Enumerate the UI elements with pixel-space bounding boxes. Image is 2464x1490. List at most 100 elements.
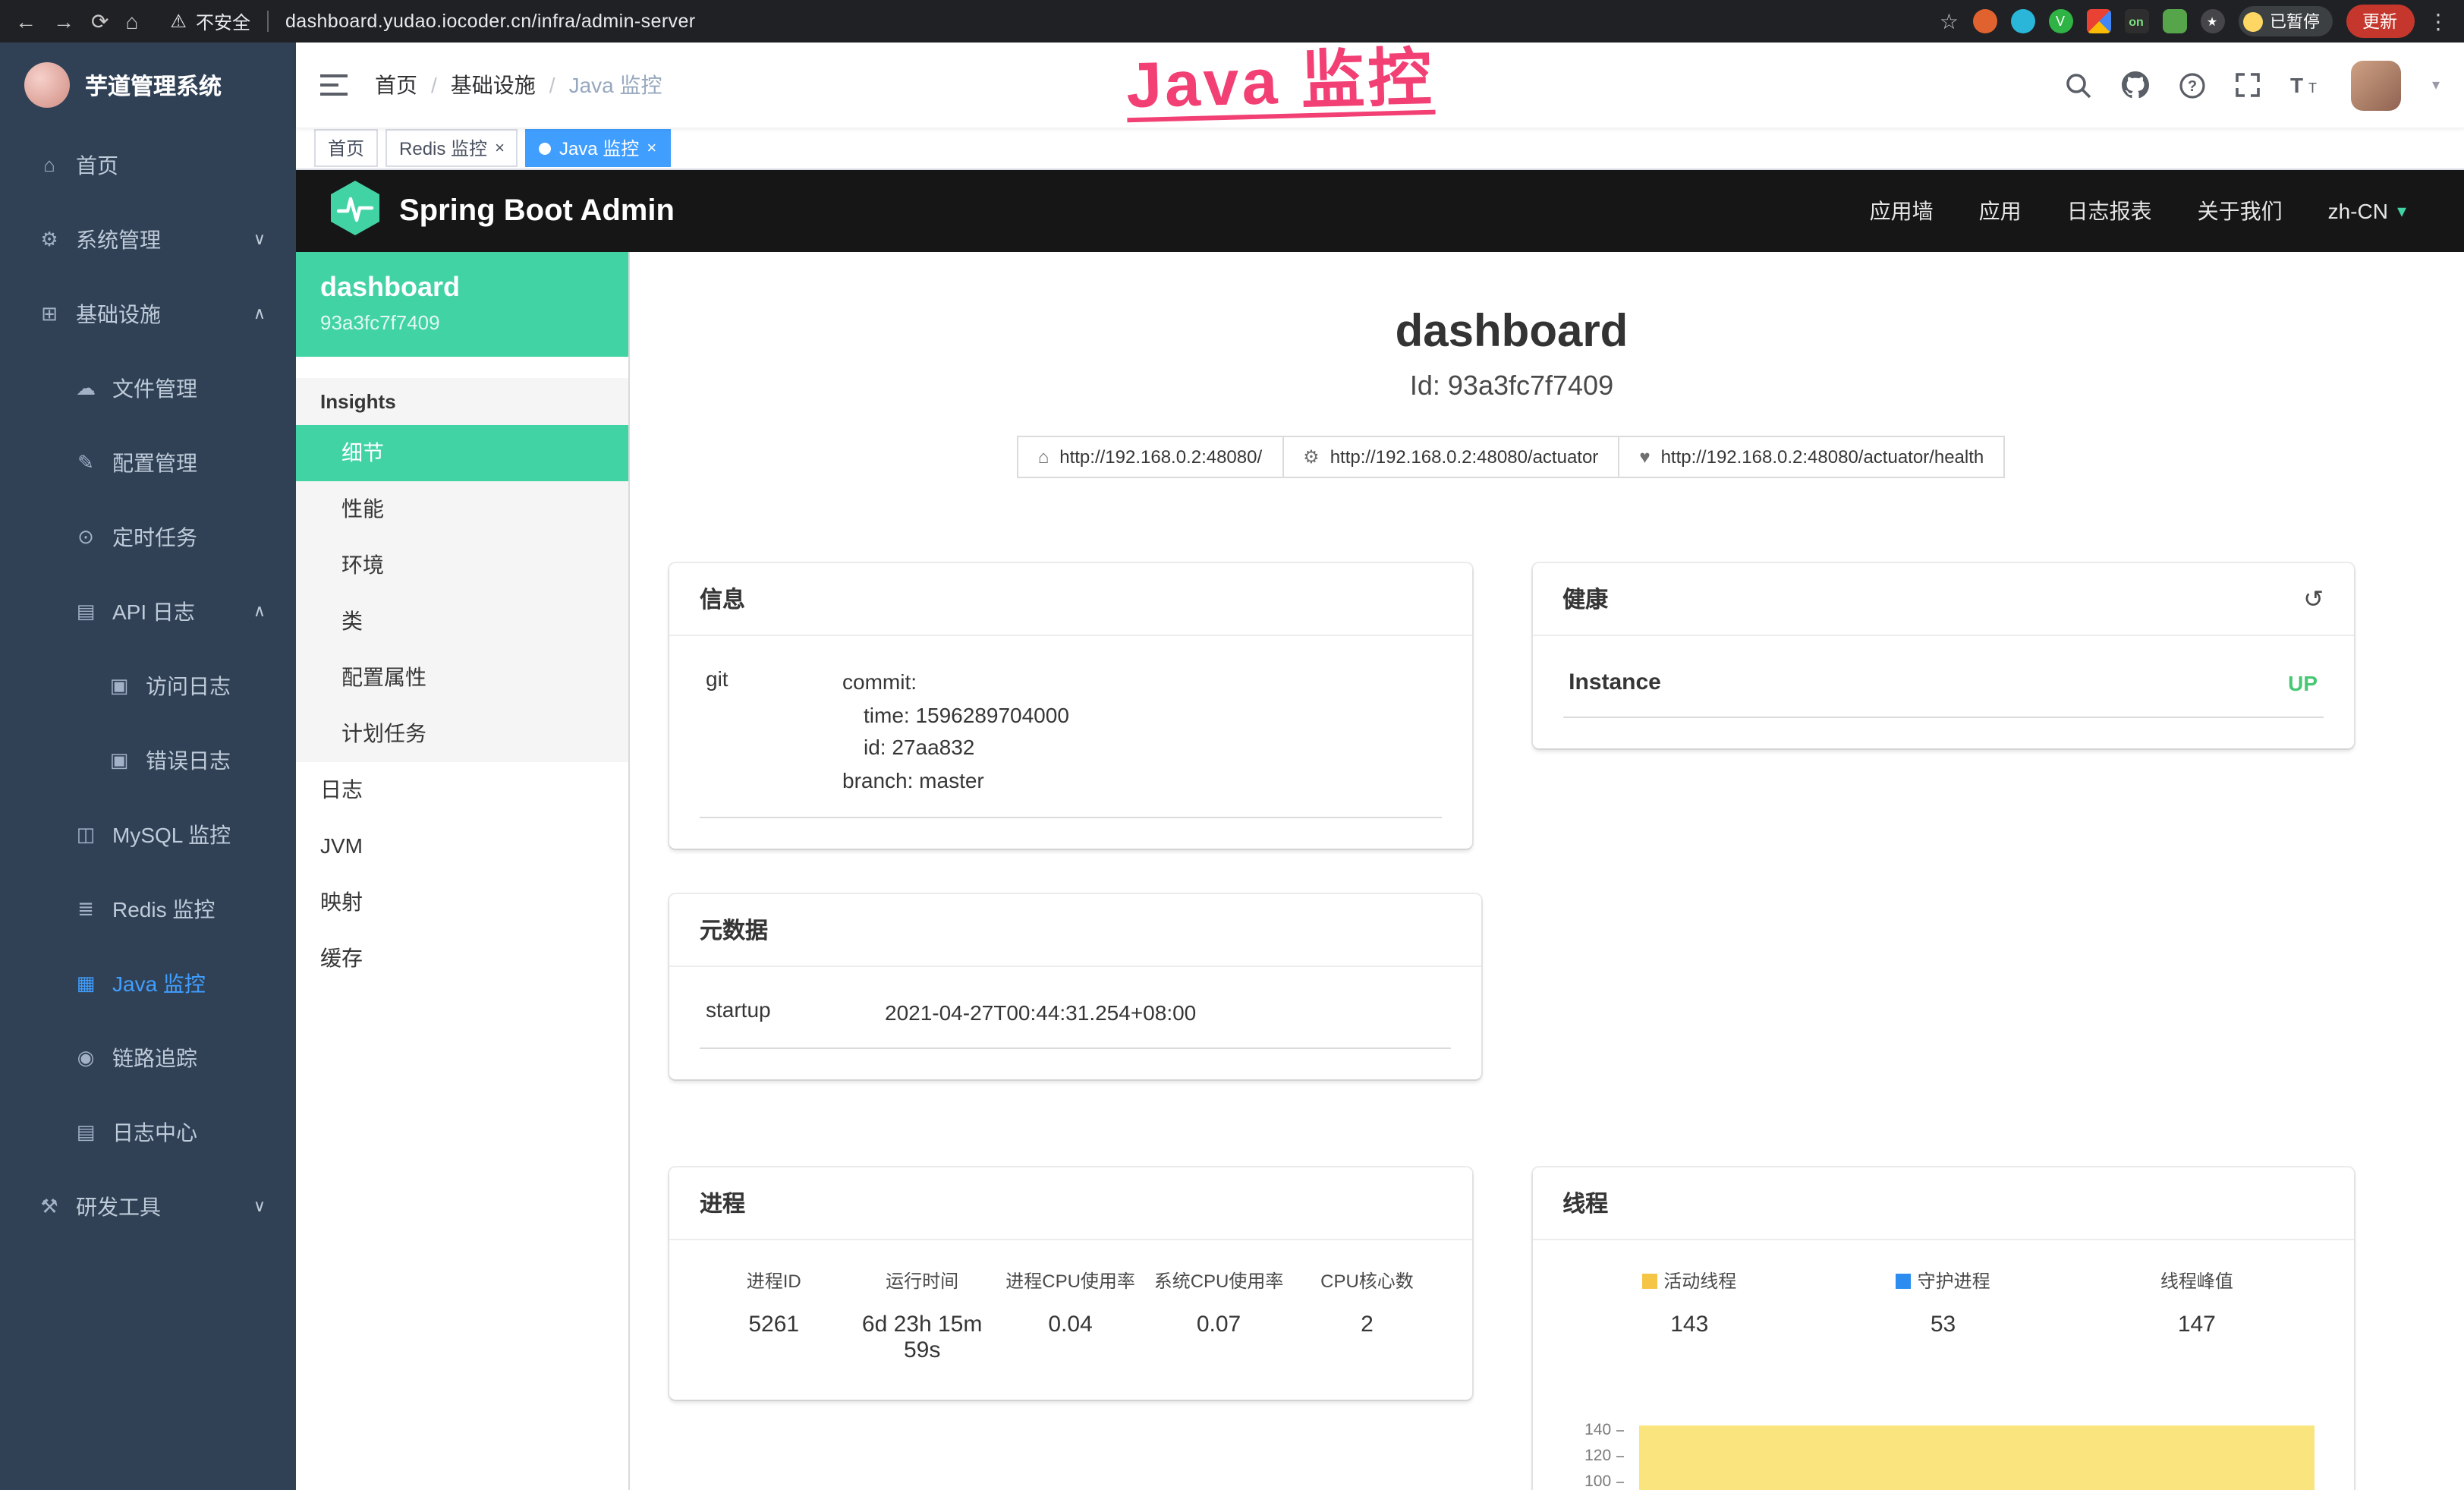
heart-icon: ♥ bbox=[1639, 446, 1650, 468]
git-key: git bbox=[706, 666, 842, 799]
v-extension-icon[interactable]: V bbox=[2048, 9, 2072, 33]
logo-row[interactable]: 芋道管理系统 bbox=[0, 43, 296, 128]
home-icon: ⌂ bbox=[36, 153, 62, 176]
info-card-title: 信息 bbox=[669, 563, 1471, 636]
sidebar-item-label: MySQL 监控 bbox=[112, 819, 231, 849]
sidebar-item-redis-monitor[interactable]: ≣ Redis 监控 bbox=[0, 871, 296, 946]
font-size-icon[interactable]: TT bbox=[2291, 73, 2321, 97]
puzzle-extension-icon[interactable]: ★ bbox=[2200, 9, 2224, 33]
sidebar-item-config-management[interactable]: ✎ 配置管理 bbox=[0, 425, 296, 499]
leaf-extension-icon[interactable] bbox=[2162, 9, 2186, 33]
breadcrumb-current: Java 监控 bbox=[569, 70, 662, 100]
kebab-menu-icon[interactable]: ⋮ bbox=[2428, 8, 2449, 34]
security-indicator[interactable]: ⚠ 不安全 bbox=[170, 8, 250, 34]
forward-icon[interactable]: → bbox=[53, 9, 74, 33]
sidebar-item-api-logs[interactable]: ▤ API 日志 ∧ bbox=[0, 574, 296, 648]
sidebar-item-label: 文件管理 bbox=[112, 373, 197, 403]
sba-nav-journal[interactable]: 日志报表 bbox=[2067, 196, 2152, 226]
sidebar-item-log-center[interactable]: ▤ 日志中心 bbox=[0, 1095, 296, 1169]
sidebar-item-java-monitor[interactable]: ▦ Java 监控 bbox=[0, 946, 296, 1020]
tab-redis-monitor[interactable]: Redis 监控 × bbox=[385, 129, 518, 167]
github-icon[interactable] bbox=[2123, 71, 2150, 99]
sba-nav-wallboard[interactable]: 应用墙 bbox=[1870, 196, 1934, 226]
bookmark-star-icon[interactable]: ☆ bbox=[1940, 8, 1959, 34]
avatar[interactable] bbox=[2352, 60, 2402, 110]
grid-extension-icon[interactable] bbox=[2086, 9, 2110, 33]
reload-icon[interactable]: ⟳ bbox=[91, 8, 109, 34]
breadcrumb-separator: / bbox=[549, 73, 555, 97]
home-icon[interactable]: ⌂ bbox=[125, 9, 138, 33]
close-icon[interactable]: × bbox=[647, 139, 656, 157]
sba-item-mappings[interactable]: 映射 bbox=[296, 874, 628, 931]
sba-item-classes[interactable]: 类 bbox=[296, 594, 628, 650]
drop-extension-icon[interactable] bbox=[2010, 9, 2034, 33]
metadata-card: 元数据 startup 2021-04-27T00:44:31.254+08:0… bbox=[669, 894, 1481, 1080]
main-column: 首页 / 基础设施 / Java 监控 ? bbox=[296, 43, 2464, 1490]
edit-icon: ✎ bbox=[73, 450, 99, 474]
sba-instance-header[interactable]: dashboard 93a3fc7f7409 bbox=[296, 252, 628, 357]
sidebar-item-scheduled-jobs[interactable]: ⊙ 定时任务 bbox=[0, 499, 296, 574]
sba-item-config-props[interactable]: 配置属性 bbox=[296, 650, 628, 706]
fox-extension-icon[interactable] bbox=[1972, 9, 1997, 33]
sidebar-item-dev-tools[interactable]: ⚒ 研发工具 ∨ bbox=[0, 1169, 296, 1243]
actuator-url-link[interactable]: ⚙ http://192.168.0.2:48080/actuator bbox=[1282, 436, 1619, 478]
sidebar-item-trace[interactable]: ◉ 链路追踪 bbox=[0, 1020, 296, 1095]
sba-item-environment[interactable]: 环境 bbox=[296, 537, 628, 594]
sidebar-item-label: 定时任务 bbox=[112, 521, 197, 552]
history-icon[interactable]: ↺ bbox=[2303, 584, 2324, 614]
admin-sidebar: 芋道管理系统 ⌂ 首页 ⚙ 系统管理 ∨ ⊞ 基础设施 ∧ ☁ bbox=[0, 43, 296, 1490]
link-label: http://192.168.0.2:48080/ bbox=[1059, 446, 1262, 468]
chevron-up-icon: ∧ bbox=[253, 304, 266, 323]
sidebar-item-error-logs[interactable]: ▣ 错误日志 bbox=[0, 723, 296, 797]
sidebar-item-system[interactable]: ⚙ 系统管理 ∨ bbox=[0, 202, 296, 276]
instance-name: dashboard bbox=[320, 272, 604, 304]
sidebar-item-access-logs[interactable]: ▣ 访问日志 bbox=[0, 648, 296, 723]
git-branch-line: branch: master bbox=[842, 765, 1069, 798]
close-icon[interactable]: × bbox=[495, 139, 505, 157]
sidebar-item-label: 基础设施 bbox=[76, 298, 161, 329]
tab-home[interactable]: 首页 bbox=[314, 129, 378, 167]
paused-badge[interactable]: 已暂停 bbox=[2238, 6, 2332, 36]
app-shell: 芋道管理系统 ⌂ 首页 ⚙ 系统管理 ∨ ⊞ 基础设施 ∧ ☁ bbox=[0, 43, 2464, 1490]
search-icon[interactable] bbox=[2066, 72, 2092, 98]
insights-section-title: Insights bbox=[296, 378, 628, 425]
y-axis-tick: 140 bbox=[1562, 1423, 1623, 1438]
process-metric: 进程CPU使用率 0.04 bbox=[996, 1268, 1144, 1364]
fullscreen-icon[interactable] bbox=[2236, 73, 2261, 97]
sba-nav-about[interactable]: 关于我们 bbox=[2198, 196, 2283, 226]
service-url-link[interactable]: ⌂ http://192.168.0.2:48080/ bbox=[1017, 436, 1283, 478]
switch-on-extension-icon[interactable]: on bbox=[2124, 9, 2148, 33]
help-icon[interactable]: ? bbox=[2180, 72, 2206, 98]
sba-locale-select[interactable]: zh-CN ▾ bbox=[2328, 199, 2406, 223]
sba-title: Spring Boot Admin bbox=[399, 194, 675, 228]
update-button[interactable]: 更新 bbox=[2346, 5, 2414, 38]
sidebar-item-file-management[interactable]: ☁ 文件管理 bbox=[0, 351, 296, 425]
breadcrumb-infrastructure[interactable]: 基础设施 bbox=[451, 70, 536, 100]
back-icon[interactable]: ← bbox=[15, 9, 36, 33]
git-id-line: id: 27aa832 bbox=[842, 732, 1069, 765]
caret-down-icon[interactable]: ▾ bbox=[2432, 77, 2440, 93]
sba-item-metrics[interactable]: 性能 bbox=[296, 481, 628, 537]
sba-item-jvm[interactable]: JVM bbox=[296, 818, 628, 874]
breadcrumb-home[interactable]: 首页 bbox=[375, 70, 417, 100]
status-badge: UP bbox=[2288, 670, 2318, 695]
sba-item-logs[interactable]: 日志 bbox=[296, 762, 628, 818]
hamburger-icon[interactable] bbox=[320, 73, 348, 97]
sba-nav-applications[interactable]: 应用 bbox=[1979, 196, 2022, 226]
sidebar-item-home[interactable]: ⌂ 首页 bbox=[0, 128, 296, 202]
sidebar-item-infrastructure[interactable]: ⊞ 基础设施 ∧ bbox=[0, 276, 296, 351]
legend-swatch bbox=[1896, 1274, 1912, 1289]
sba-item-caches[interactable]: 缓存 bbox=[296, 931, 628, 987]
warning-icon: ⚠ bbox=[170, 11, 187, 32]
process-metric: 运行时间 6d 23h 15m 59s bbox=[848, 1268, 996, 1364]
health-url-link[interactable]: ♥ http://192.168.0.2:48080/actuator/heal… bbox=[1618, 436, 2005, 478]
locale-label: zh-CN bbox=[2328, 199, 2388, 223]
wrench-icon: ⚙ bbox=[1303, 446, 1320, 468]
sidebar-item-mysql-monitor[interactable]: ◫ MySQL 监控 bbox=[0, 797, 296, 871]
sba-header: Spring Boot Admin 应用墙 应用 日志报表 关于我们 zh-CN… bbox=[296, 170, 2464, 252]
link-label: http://192.168.0.2:48080/actuator bbox=[1330, 446, 1599, 468]
url-bar[interactable]: dashboard.yudao.iocoder.cn/infra/admin-s… bbox=[285, 11, 696, 32]
tab-java-monitor[interactable]: Java 监控 × bbox=[526, 129, 670, 167]
sba-item-scheduled-tasks[interactable]: 计划任务 bbox=[296, 706, 628, 762]
sba-item-details[interactable]: 细节 bbox=[296, 425, 628, 481]
